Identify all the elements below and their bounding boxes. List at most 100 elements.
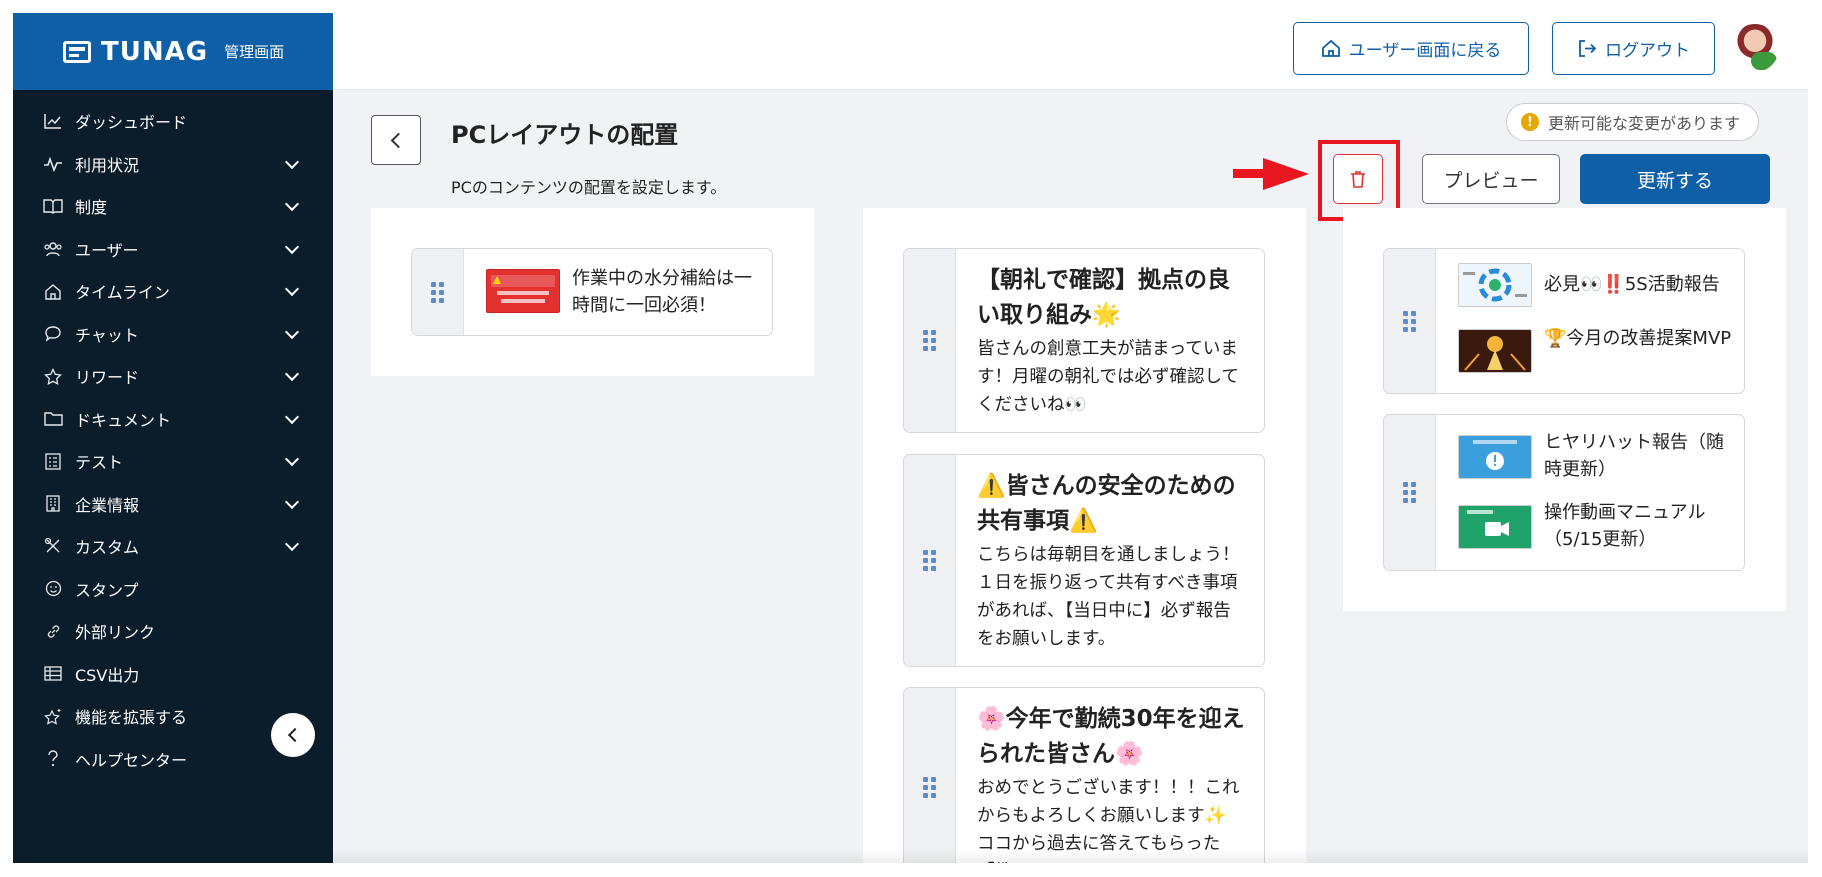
tunag-logo-icon [63, 40, 91, 63]
card-title: 🌸今年で勤続30年を迎えられた皆さん🌸 [977, 706, 1245, 767]
sidebar-item-timeline[interactable]: タイムライン [13, 270, 333, 313]
content-card[interactable]: 🌸今年で勤続30年を迎えられた皆さん🌸 おめでとうございます！！！これからもよろ… [903, 687, 1265, 863]
drag-handle[interactable] [1384, 415, 1436, 570]
back-button[interactable] [371, 115, 421, 165]
drag-handle[interactable] [412, 249, 464, 335]
drag-handle[interactable] [1384, 249, 1436, 393]
sidebar-item-system[interactable]: 制度 [13, 185, 333, 228]
content-card[interactable]: 作業中の水分補給は一時間に一回必須！ [411, 248, 773, 336]
checklist-icon [43, 451, 63, 471]
sidebar-item-label: タイムライン [75, 283, 170, 303]
grip-icon [1403, 310, 1416, 332]
sidebar-item-test[interactable]: テスト [13, 440, 333, 483]
logout-button[interactable]: ログアウト [1552, 22, 1715, 75]
chevron-down-icon [284, 282, 300, 297]
sidebar-item-documents[interactable]: ドキュメント [13, 398, 333, 441]
chevron-down-icon [284, 197, 300, 212]
chat-icon [43, 324, 63, 344]
card-text: 作業中の水分補給は一時間に一回必須！ [572, 268, 752, 316]
content-card[interactable]: 必見👀‼️5S活動報告 🏆今月の改善提案MVP [1383, 248, 1745, 394]
sidebar-item-stamp[interactable]: スタンプ [13, 568, 333, 611]
grip-icon [923, 330, 936, 351]
chevron-down-icon [284, 494, 300, 509]
content-card[interactable]: 【朝礼で確認】拠点の良い取り組み🌟 皆さんの創意工夫が詰まっています！月曜の朝礼… [903, 248, 1265, 433]
layout-column-right: 必見👀‼️5S活動報告 🏆今月の改善提案MVP ヒヤリハット報告（随時更新） 操… [1343, 208, 1786, 611]
logout-label: ログアウト [1605, 41, 1690, 61]
grip-icon [1403, 482, 1416, 503]
sidebar-item-dashboard[interactable]: ダッシュボード [13, 100, 333, 143]
users-icon [43, 239, 63, 259]
book-icon [43, 196, 63, 216]
sidebar-item-users[interactable]: ユーザー [13, 228, 333, 271]
chevron-down-icon [284, 537, 300, 552]
chevron-left-icon [287, 727, 303, 743]
sidebar-item-label: CSV出力 [75, 665, 140, 685]
folder-icon [43, 409, 63, 429]
chevron-down-icon [284, 324, 300, 339]
sidebar-item-label: スタンプ [75, 580, 139, 600]
chevron-down-icon [284, 409, 300, 424]
content-card[interactable]: ⚠️皆さんの安全のための共有事項⚠️ こちらは毎朝目を通しましょう！１日を振り返… [903, 454, 1265, 667]
chevron-left-icon [390, 132, 406, 148]
near-miss-thumbnail [1458, 435, 1532, 479]
card-item-text: 🏆今月の改善提案MVP [1544, 328, 1732, 349]
home-icon [1321, 39, 1340, 57]
star-icon [43, 366, 63, 386]
drag-handle[interactable] [904, 688, 956, 863]
drag-handle[interactable] [904, 455, 956, 666]
sidebar-item-custom[interactable]: カスタム [13, 525, 333, 568]
sidebar-item-label: リワード [75, 368, 140, 388]
chevron-down-icon [284, 154, 300, 169]
grip-icon [923, 776, 936, 798]
sidebar-item-label: テスト [75, 453, 124, 473]
warning-icon: ! [1521, 113, 1539, 131]
sidebar-item-label: ダッシュボード [75, 113, 188, 133]
sidebar-item-label: ドキュメント [75, 410, 172, 430]
chart-icon [43, 111, 63, 131]
sidebar: TUNAG 管理画面 ダッシュボード 利用状況 制度 ユーザー タイムライン チ… [13, 13, 333, 863]
sidebar-collapse-button[interactable] [271, 713, 315, 757]
chevron-down-icon [284, 239, 300, 254]
link-icon [43, 621, 63, 641]
page-title: PCレイアウトの配置 [451, 121, 679, 149]
sidebar-item-label: 利用状況 [75, 155, 140, 175]
smile-icon [43, 579, 63, 599]
card-title: ⚠️皆さんの安全のための共有事項⚠️ [977, 473, 1236, 534]
grip-icon [431, 281, 444, 303]
pulse-icon [43, 154, 63, 174]
tools-icon [43, 536, 63, 556]
card-body: 皆さんの創意工夫が詰まっています！月曜の朝礼では必ず確認してくださいね👀 [977, 339, 1239, 415]
scroll-shadow [333, 849, 1808, 863]
page-subtitle: PCのコンテンツの配置を設定します。 [451, 178, 727, 197]
sidebar-item-chat[interactable]: チャット [13, 313, 333, 356]
status-text: 更新可能な変更があります [1548, 114, 1741, 133]
sidebar-item-csv-export[interactable]: CSV出力 [13, 653, 333, 696]
delete-button[interactable] [1333, 154, 1383, 204]
home-icon [43, 281, 63, 301]
drag-handle[interactable] [904, 249, 956, 432]
update-button[interactable]: 更新する [1580, 154, 1770, 204]
back-to-user-screen-button[interactable]: ユーザー画面に戻る [1293, 22, 1529, 75]
table-icon [43, 664, 63, 684]
logo-bar[interactable]: TUNAG 管理画面 [13, 13, 333, 90]
sidebar-item-label: 機能を拡張する [75, 708, 188, 728]
sidebar-item-label: 制度 [75, 198, 108, 218]
sidebar-item-usage[interactable]: 利用状況 [13, 143, 333, 186]
sidebar-item-external-link[interactable]: 外部リンク [13, 610, 333, 653]
preview-button[interactable]: プレビュー [1422, 154, 1560, 204]
sidebar-item-label: カスタム [75, 538, 140, 558]
sidebar-item-label: ユーザー [75, 240, 139, 260]
chevron-down-icon [284, 452, 300, 467]
status-badge: ! 更新可能な変更があります [1506, 103, 1760, 141]
sidebar-item-company[interactable]: 企業情報 [13, 483, 333, 526]
avatar[interactable] [1731, 24, 1779, 72]
top-bar: ユーザー画面に戻る ログアウト [333, 13, 1808, 90]
sidebar-item-reward[interactable]: リワード [13, 355, 333, 398]
brand-name: TUNAG [101, 36, 209, 67]
mvp-thumbnail [1458, 329, 1532, 373]
content-card[interactable]: ヒヤリハット報告（随時更新） 操作動画マニュアル（5/15更新） [1383, 414, 1745, 571]
layout-column-middle: 【朝礼で確認】拠点の良い取り組み🌟 皆さんの創意工夫が詰まっています！月曜の朝礼… [863, 208, 1306, 863]
red-arrow-annotation [1233, 158, 1313, 190]
grip-icon [923, 550, 936, 571]
card-title: 【朝礼で確認】拠点の良い取り組み🌟 [977, 267, 1230, 328]
